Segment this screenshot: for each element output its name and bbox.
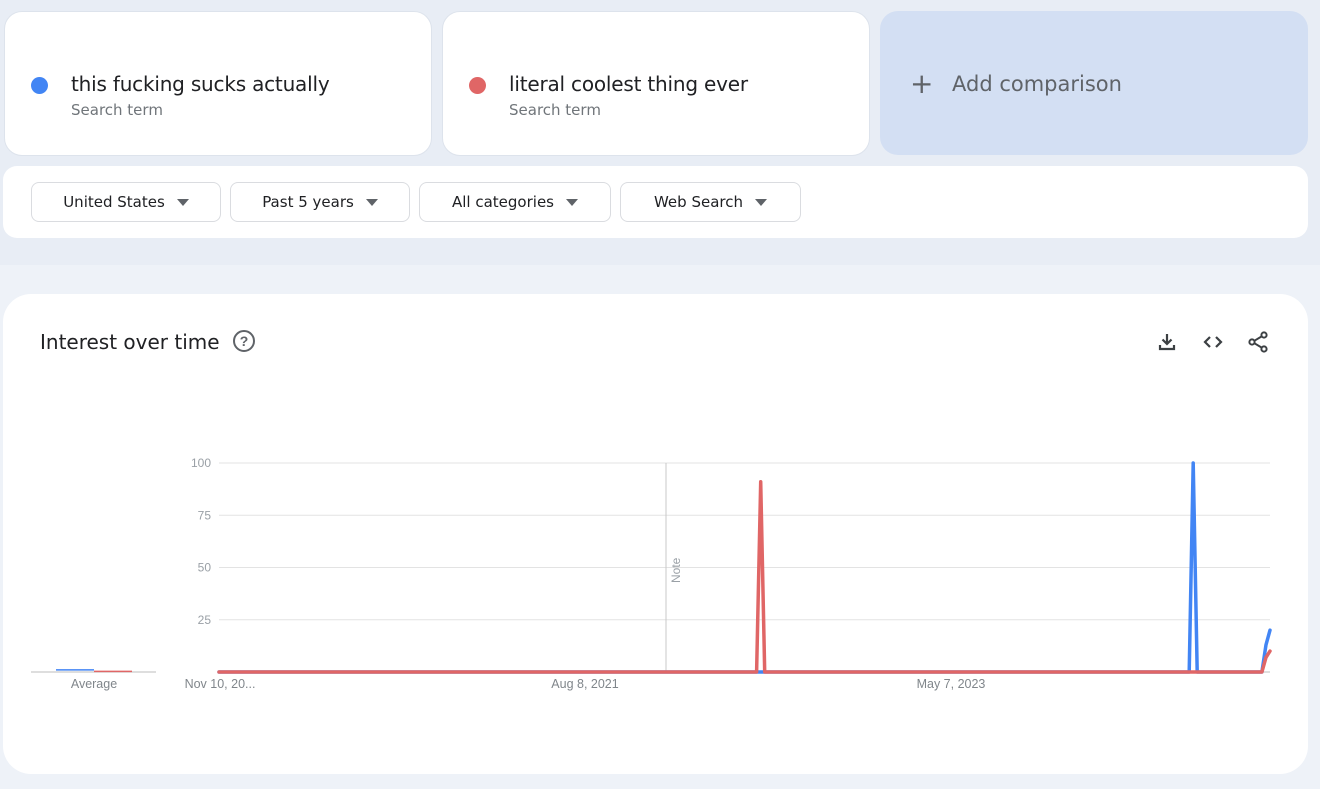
search-term-label[interactable]: this fucking sucks actually — [71, 72, 330, 96]
caret-down-icon — [755, 198, 767, 206]
search-term-type: Search term — [509, 101, 601, 119]
search-term-label[interactable]: literal coolest thing ever — [509, 72, 748, 96]
interest-over-time-panel: Interest over time ? — [3, 294, 1308, 774]
time-range-dropdown-label: Past 5 years — [262, 193, 354, 211]
help-circle-icon[interactable]: ? — [232, 329, 256, 353]
share-icon[interactable] — [1246, 330, 1270, 354]
region-dropdown[interactable]: United States — [31, 182, 221, 222]
caret-down-icon — [176, 198, 189, 206]
series-color-dot — [469, 77, 486, 94]
plus-icon: + — [910, 67, 934, 100]
category-dropdown-label: All categories — [452, 193, 554, 211]
filter-bar: United States Past 5 years All categorie… — [3, 166, 1308, 238]
caret-down-icon — [566, 198, 578, 206]
search-type-dropdown[interactable]: Web Search — [620, 182, 801, 222]
region-dropdown-label: United States — [63, 193, 165, 211]
caret-down-icon — [365, 198, 378, 206]
search-term-card-2[interactable]: literal coolest thing ever Search term — [442, 11, 870, 156]
embed-code-icon[interactable] — [1201, 330, 1225, 354]
svg-text:?: ? — [240, 333, 249, 349]
time-range-dropdown[interactable]: Past 5 years — [230, 182, 410, 222]
series-color-dot — [31, 77, 48, 94]
search-type-dropdown-label: Web Search — [653, 193, 743, 211]
category-dropdown[interactable]: All categories — [419, 182, 611, 222]
add-comparison-button[interactable]: + Add comparison — [880, 11, 1308, 155]
panel-title: Interest over time — [40, 330, 220, 354]
search-term-type: Search term — [71, 101, 163, 119]
download-icon[interactable] — [1155, 330, 1179, 354]
add-comparison-label: Add comparison — [952, 72, 1122, 96]
search-term-card-1[interactable]: this fucking sucks actually Search term — [4, 11, 432, 156]
